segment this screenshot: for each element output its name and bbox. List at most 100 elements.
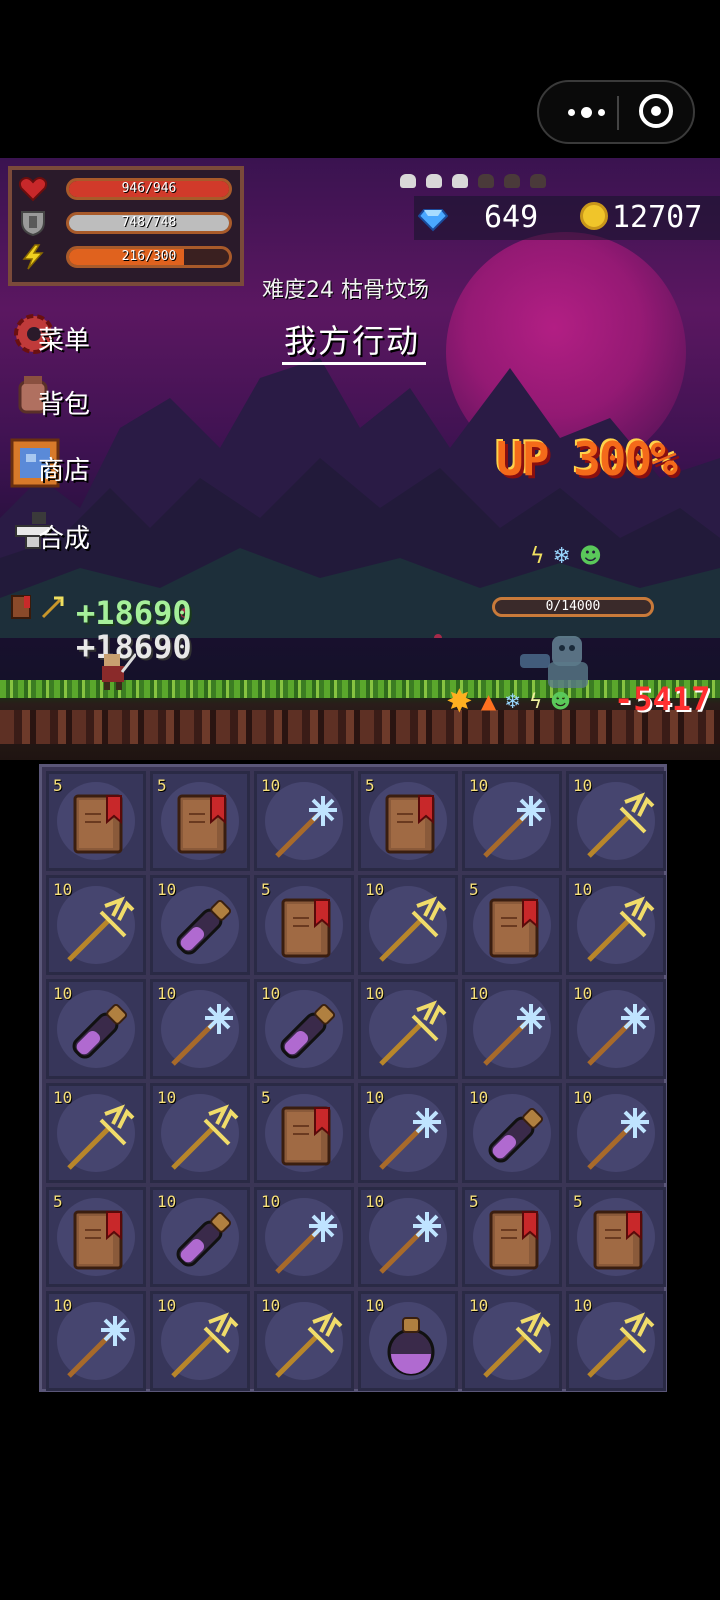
book-icon: [73, 794, 123, 854]
fire-icon: ▲: [480, 689, 497, 713]
inventory-slot[interactable]: 10: [462, 771, 562, 871]
item-quantity: 10: [53, 1296, 73, 1315]
menu-button[interactable]: 菜单: [10, 308, 100, 362]
item-quantity: 10: [53, 880, 73, 899]
inventory-slot[interactable]: 5: [358, 771, 458, 871]
item-quantity: 5: [469, 1192, 479, 1211]
inventory-slot[interactable]: 10: [566, 875, 666, 975]
item-quantity: 10: [157, 1296, 177, 1315]
item-quantity: 10: [261, 1192, 281, 1211]
item-quantity: 10: [157, 880, 177, 899]
frost-icon: ❄: [552, 544, 571, 569]
menu-label: 菜单: [38, 326, 91, 356]
item-quantity: 5: [53, 776, 63, 795]
backpack-button[interactable]: 背包: [10, 372, 100, 426]
inventory-slot[interactable]: 10: [150, 979, 250, 1079]
turn-indicator: 我方行动: [284, 322, 421, 360]
inventory-slot[interactable]: 10: [150, 1083, 250, 1183]
inventory-slot[interactable]: 10: [358, 1291, 458, 1391]
inventory-slot[interactable]: 10: [566, 979, 666, 1079]
craft-label: 合成: [38, 524, 91, 554]
hp-text: 946/946: [121, 181, 177, 196]
inventory-slot[interactable]: 10: [150, 1187, 250, 1287]
book-icon: [281, 1106, 331, 1166]
item-quantity: 10: [261, 1296, 281, 1315]
poison-icon: ☻: [550, 689, 572, 713]
lightning-icon: [22, 244, 44, 270]
close-mini-program-button[interactable]: [639, 94, 673, 128]
inventory-slot[interactable]: 10: [358, 1083, 458, 1183]
book-icon: [489, 1210, 539, 1270]
armor-row: 748/748: [18, 210, 232, 236]
inventory-slot[interactable]: 10: [46, 1291, 146, 1391]
item-quantity: 10: [573, 1296, 593, 1315]
item-quantity: 10: [365, 880, 385, 899]
inventory-slot[interactable]: 10: [46, 979, 146, 1079]
item-quantity: 10: [573, 776, 593, 795]
inventory-slot[interactable]: 10: [254, 979, 354, 1079]
book-icon: [73, 1210, 123, 1270]
inventory-slot[interactable]: 5: [566, 1187, 666, 1287]
player-stats-panel: 946/946 748/748 216/300: [8, 166, 244, 286]
inventory-slot[interactable]: 10: [254, 771, 354, 871]
inventory-slot[interactable]: 10: [358, 875, 458, 975]
item-quantity: 10: [157, 1192, 177, 1211]
item-quantity: 5: [53, 1192, 63, 1211]
poison-icon: ☻: [578, 544, 602, 569]
item-quantity: 10: [53, 984, 73, 1003]
inventory-slot[interactable]: 10: [150, 875, 250, 975]
inventory-grid: 5 5 10 5 10 10 10 10 5 10 5 10 10 10 10 10 10 10 10 10 5 10 10…: [46, 771, 666, 1391]
graveyard-ground: [0, 680, 720, 760]
inventory-slot[interactable]: 10: [150, 1291, 250, 1391]
trident-icon: [41, 596, 64, 619]
capsule-divider: [617, 96, 619, 130]
inventory-slot[interactable]: 10: [462, 1291, 562, 1391]
item-quantity: 5: [261, 1088, 271, 1107]
inventory-slot[interactable]: 10: [462, 1083, 562, 1183]
inventory-slot[interactable]: 10: [46, 875, 146, 975]
stage-progress: [400, 172, 580, 190]
book-icon: [281, 898, 331, 958]
damage-boost-text: UP 300%: [496, 432, 678, 486]
inventory-slot[interactable]: 10: [254, 1291, 354, 1391]
item-quantity: 10: [573, 1088, 593, 1107]
inventory-slot[interactable]: 10: [358, 979, 458, 1079]
inventory-slot[interactable]: 10: [566, 1083, 666, 1183]
inventory-slot[interactable]: 5: [46, 1187, 146, 1287]
enemy-hp-text: 0/14000: [545, 599, 601, 614]
gold-count: 12707: [612, 200, 703, 235]
inventory-slot[interactable]: 5: [462, 1187, 562, 1287]
hero-sprite: [102, 653, 136, 690]
inventory-slot[interactable]: 10: [566, 771, 666, 871]
item-quantity: 10: [365, 1192, 385, 1211]
shop-button[interactable]: 商店: [10, 438, 100, 492]
inventory-slot[interactable]: 5: [254, 875, 354, 975]
inventory-slot[interactable]: 5: [462, 875, 562, 975]
inventory-slot[interactable]: 10: [46, 1083, 146, 1183]
item-quantity: 10: [53, 1088, 73, 1107]
item-quantity: 5: [157, 776, 167, 795]
inventory-slot[interactable]: 10: [566, 1291, 666, 1391]
inventory-slot[interactable]: 5: [150, 771, 250, 871]
heart-icon: [18, 177, 48, 202]
shield-icon: [21, 211, 45, 236]
inventory-panel: 5 5 10 5 10 10 10 10 5 10 5 10 10 10 10 10 10 10 10 10 5 10 10…: [39, 764, 667, 1392]
more-menu-button[interactable]: [561, 98, 611, 126]
inventory-slot[interactable]: 10: [462, 979, 562, 1079]
book-icon: [11, 595, 31, 619]
energy-row: 216/300: [18, 244, 232, 270]
inventory-slot[interactable]: 10: [254, 1187, 354, 1287]
damage-popup: -5417: [614, 680, 711, 718]
energy-bar: 216/300: [66, 246, 232, 268]
craft-button[interactable]: 合成: [10, 506, 100, 560]
inventory-slot[interactable]: 5: [46, 771, 146, 871]
stage-location: 难度24 枯骨坟场: [262, 278, 429, 303]
inventory-slot[interactable]: 5: [254, 1083, 354, 1183]
item-quantity: 10: [261, 776, 281, 795]
enemy-hp-bar: 0/14000: [492, 597, 654, 617]
inventory-slot[interactable]: 10: [358, 1187, 458, 1287]
gem-count: 649: [484, 200, 539, 235]
backpack-label: 背包: [38, 390, 91, 420]
item-quantity: 10: [157, 1088, 177, 1107]
item-quantity: 5: [469, 880, 479, 899]
